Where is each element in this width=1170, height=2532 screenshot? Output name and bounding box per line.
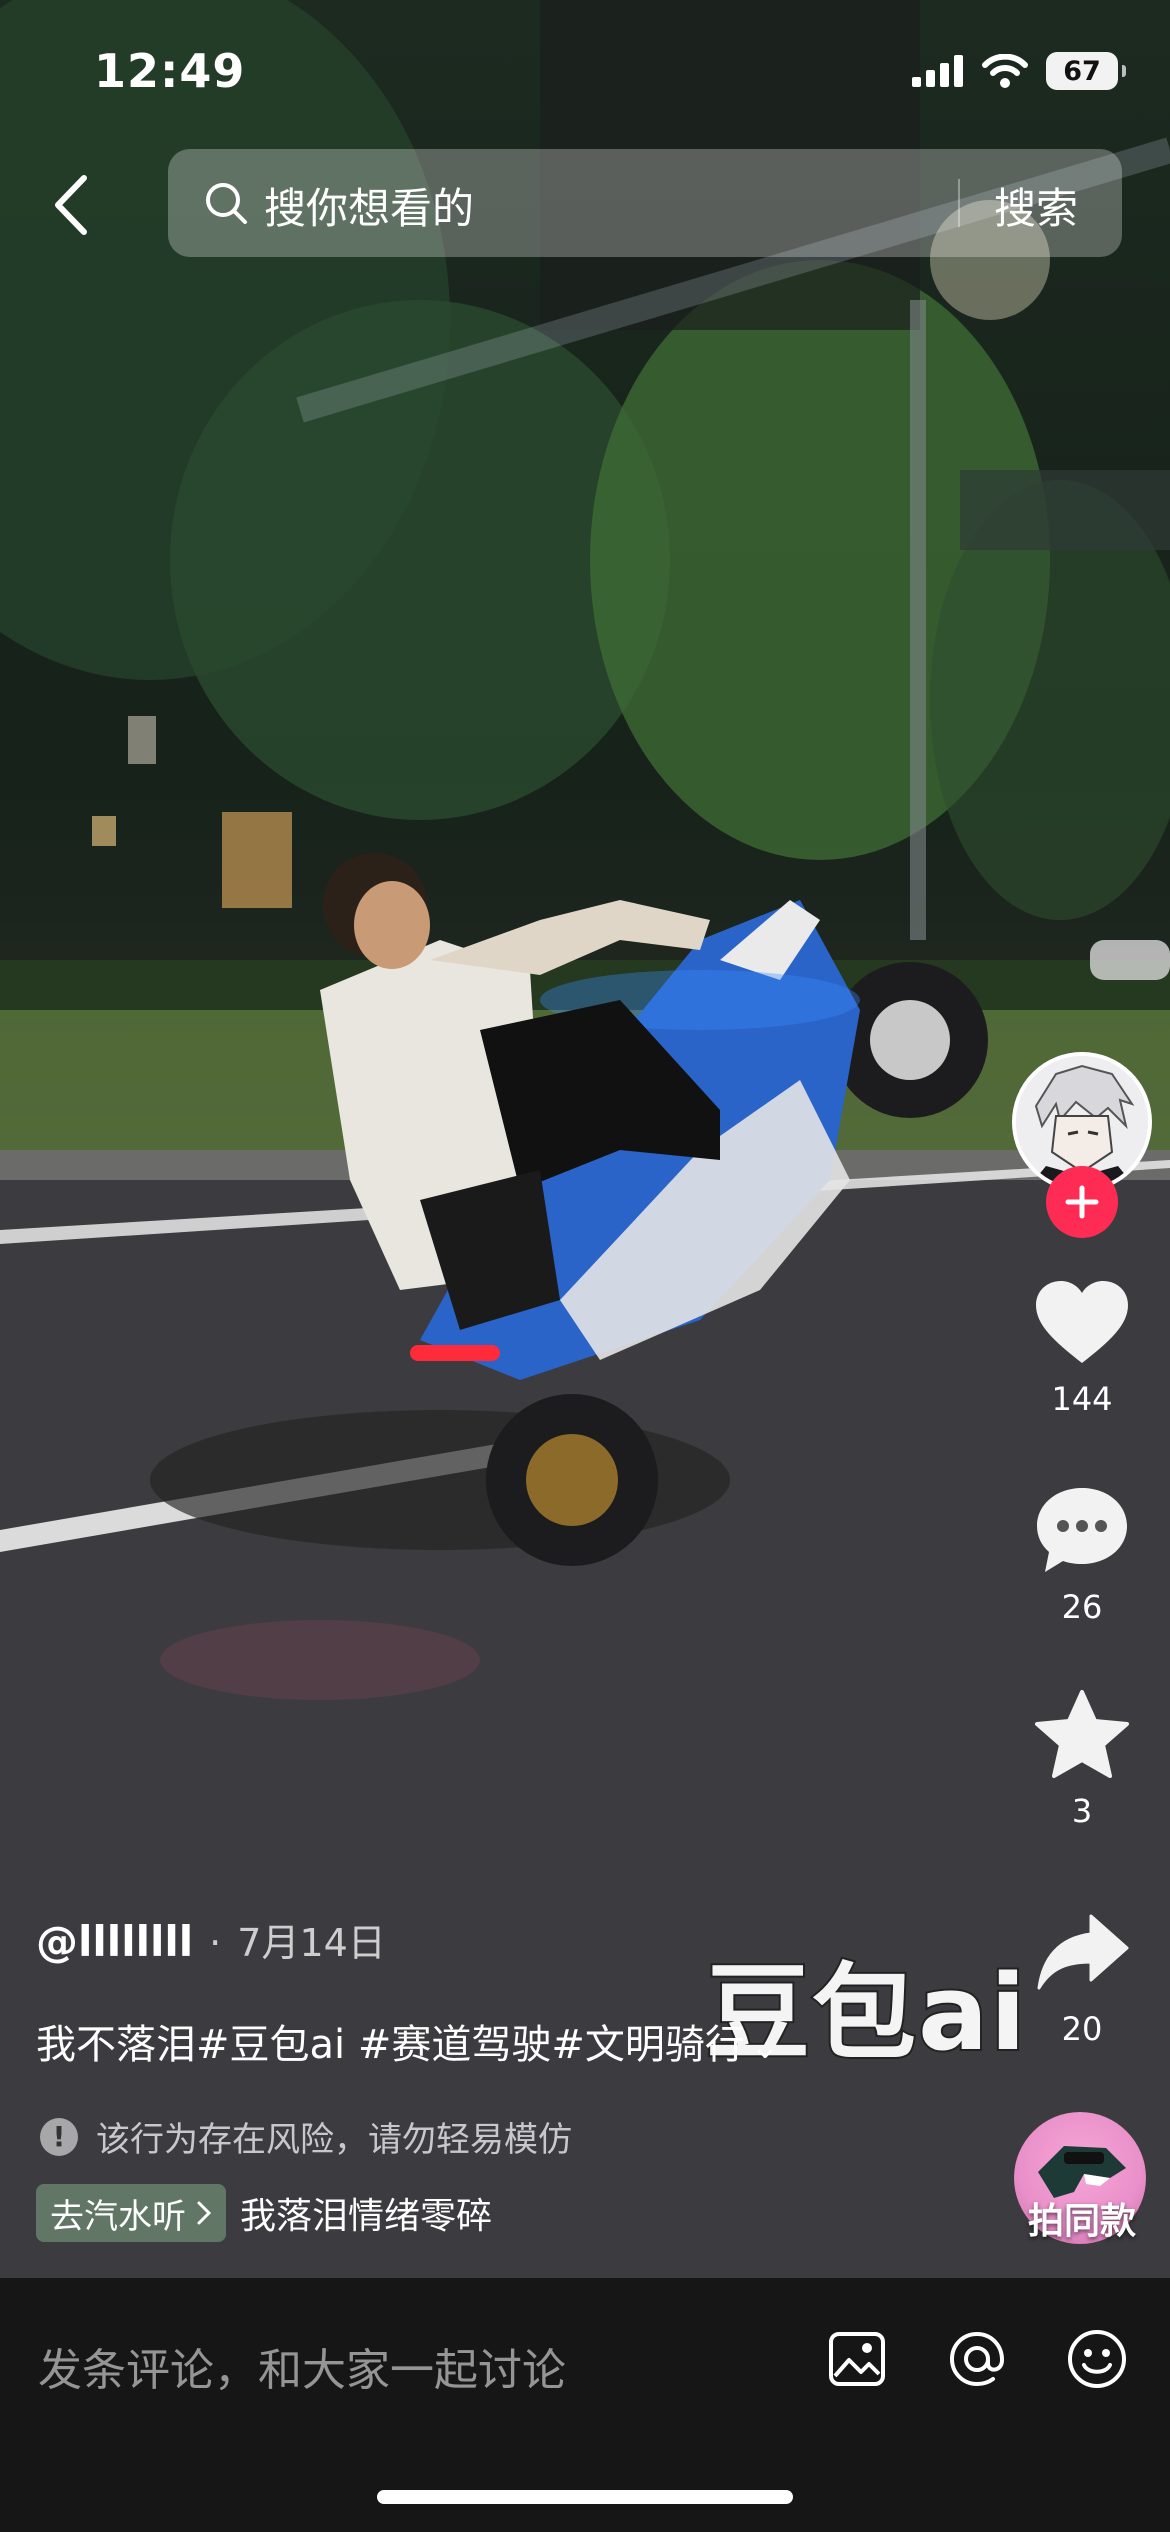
share-count: 20: [1061, 2010, 1103, 2048]
favorite-count: 3: [1071, 1792, 1093, 1830]
share-icon: [1037, 1914, 1129, 1990]
comment-input[interactable]: 发条评论，和大家一起讨论: [38, 2334, 566, 2398]
listen-in-qishui-button[interactable]: 去汽水听: [36, 2184, 226, 2242]
plus-icon: [1065, 1185, 1099, 1219]
emoji-icon: [1068, 2330, 1126, 2388]
share-button[interactable]: 20: [1012, 1902, 1152, 2048]
music-line: 去汽水听 我落泪情绪零碎: [36, 2184, 492, 2242]
same-style-button[interactable]: 拍同款: [1014, 2112, 1150, 2248]
back-button[interactable]: [40, 170, 100, 240]
date-separator: ·: [209, 1921, 222, 1965]
risk-notice-text: 该行为存在风险，请勿轻易模仿: [96, 2120, 572, 2160]
warning-icon: !: [40, 2117, 78, 2156]
at-icon: [949, 2331, 1005, 2387]
like-count: 144: [1051, 1380, 1113, 1418]
description-text: 我不落泪#豆包ai #赛道驾驶#文明骑行: [36, 2022, 745, 2068]
image-icon: [829, 2332, 885, 2386]
risk-notice: ! 该行为存在风险，请勿轻易模仿: [40, 2112, 572, 2161]
same-style-label: 拍同款: [1027, 2201, 1136, 2242]
wifi-icon: [982, 54, 1028, 88]
comment-count: 26: [1061, 1588, 1103, 1626]
status-time: 12:49: [94, 44, 246, 98]
search-bar[interactable]: 搜你想看的 搜索: [168, 149, 1122, 257]
home-indicator[interactable]: [377, 2490, 793, 2504]
post-date: 7月14日: [237, 1921, 386, 1965]
mention-button[interactable]: [942, 2324, 1012, 2394]
like-button[interactable]: 144: [1012, 1272, 1152, 1418]
battery-level: 67: [1063, 55, 1101, 87]
comment-icon: [1037, 1488, 1127, 1572]
signal-icon: [912, 55, 963, 87]
comment-button[interactable]: 26: [1012, 1480, 1152, 1626]
listen-chip-label: 去汽水听: [50, 2196, 186, 2237]
post-description[interactable]: 我不落泪#豆包ai #赛道驾驶#文明骑行 ⌄: [36, 2012, 779, 2070]
battery-indicator: 67: [1046, 52, 1126, 90]
author-line: @llllllll · 7月14日: [36, 1912, 386, 1967]
status-icons: 67: [912, 52, 1126, 90]
follow-button[interactable]: [1046, 1166, 1118, 1238]
search-input[interactable]: 搜你想看的: [264, 175, 474, 236]
star-icon: [1035, 1690, 1129, 1778]
expand-arrow-icon[interactable]: ⌄: [751, 2027, 780, 2067]
music-title[interactable]: 我落泪情绪零碎: [240, 2187, 492, 2239]
heart-icon: [1036, 1281, 1128, 1363]
emoji-button[interactable]: [1062, 2324, 1132, 2394]
chevron-right-icon: [197, 2201, 212, 2225]
search-divider: [958, 179, 960, 227]
search-icon: [206, 183, 247, 224]
image-button[interactable]: [822, 2324, 892, 2394]
search-button[interactable]: 搜索: [994, 175, 1078, 236]
author-name[interactable]: @llllllll: [36, 1917, 193, 1966]
favorite-button[interactable]: 3: [1012, 1684, 1152, 1830]
back-arrow-icon: [55, 175, 87, 235]
